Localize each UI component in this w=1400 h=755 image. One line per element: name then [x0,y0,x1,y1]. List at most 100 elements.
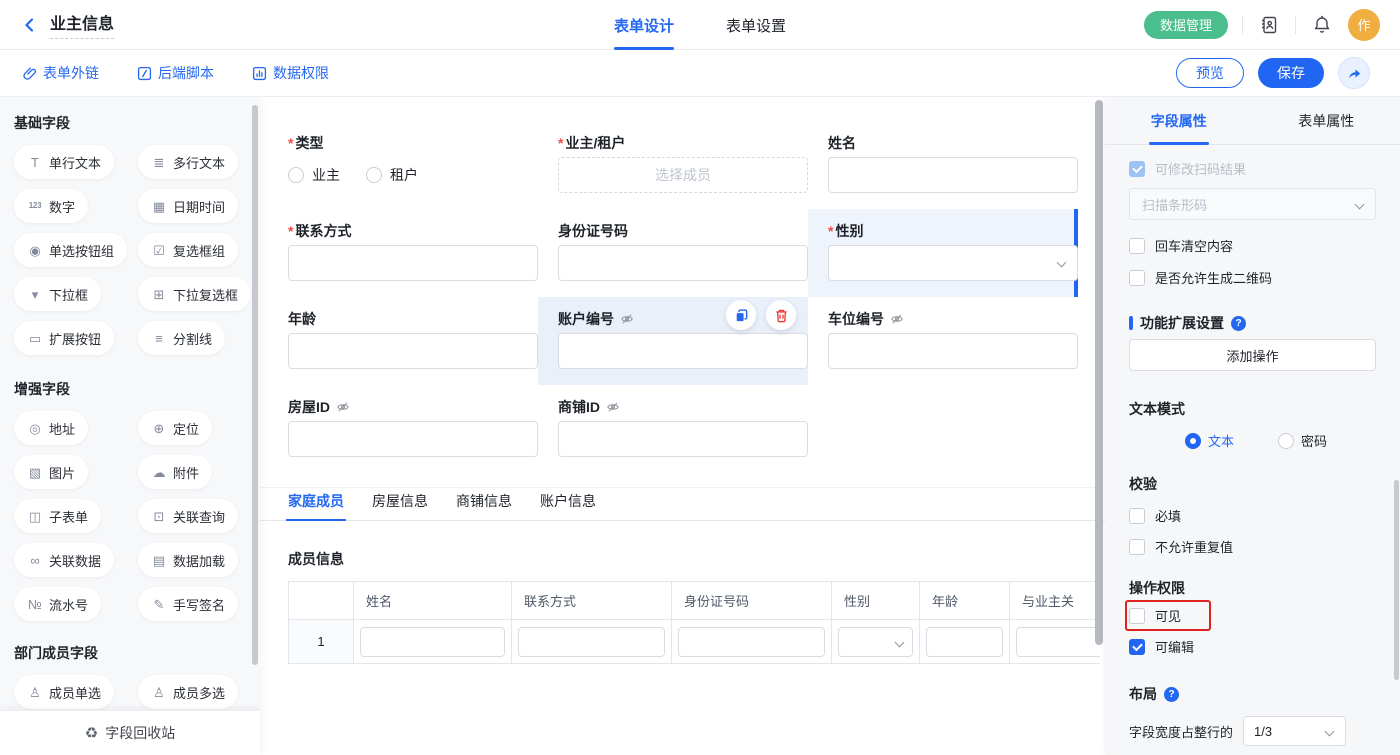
field-item-subform[interactable]: ◫子表单 [14,499,101,533]
data-permission-link[interactable]: 数据权限 [252,63,329,83]
help-icon[interactable]: ? [1231,316,1246,331]
field-item-attachment[interactable]: ☁附件 [138,455,212,489]
chevron-down-icon [1325,727,1335,737]
back-button[interactable] [20,15,40,35]
checkbox-scan-editable[interactable] [1129,161,1145,177]
field-house-id[interactable]: 房屋ID [268,385,538,473]
table-row [512,620,672,664]
field-recycle-bin[interactable]: ♻ 字段回收站 [0,710,260,755]
text-input[interactable] [288,245,538,281]
cell-input-name[interactable] [360,627,505,657]
tab-form-properties[interactable]: 表单属性 [1298,97,1354,145]
help-icon[interactable]: ? [1164,687,1179,702]
text-input[interactable] [288,421,538,457]
field-item-multi-dropdown[interactable]: ⊞下拉复选框 [138,277,251,311]
tab-family-members[interactable]: 家庭成员 [288,491,344,520]
field-age[interactable]: 年龄 [268,297,538,385]
avatar[interactable]: 作 [1348,9,1380,41]
script-icon [137,66,152,81]
field-item-member-single[interactable]: ♙成员单选 [14,675,114,709]
page-title[interactable]: 业主信息 [50,10,114,39]
field-item-relation-data[interactable]: ∞关联数据 [14,543,114,577]
checkbox-allow-qrcode[interactable] [1129,270,1145,286]
field-item-signature[interactable]: ✎手写签名 [138,587,238,621]
field-type[interactable]: *类型 业主 租户 [268,121,538,209]
cell-input-id-number[interactable] [678,627,825,657]
tab-shop-info[interactable]: 商铺信息 [456,491,512,520]
cell-select-gender[interactable] [838,627,913,657]
field-item-image[interactable]: ▧图片 [14,455,88,489]
col-header-age: 年龄 [920,582,1010,620]
field-parking-number[interactable]: 车位编号 [808,297,1078,385]
radio-text-mode-text[interactable]: 文本 [1185,431,1234,450]
tab-house-info[interactable]: 房屋信息 [372,491,428,520]
checkbox-no-duplicates[interactable] [1129,539,1145,555]
cell-input-age[interactable] [926,627,1003,657]
add-action-button[interactable]: 添加操作 [1129,339,1376,371]
field-item-datetime[interactable]: ▦日期时间 [138,189,238,223]
form-designer-app: 业主信息 表单设计 表单设置 数据管理 作 表单外链 [0,0,1400,755]
text-input[interactable] [558,421,808,457]
field-id-number[interactable]: 身份证号码 [538,209,808,297]
text-input[interactable] [558,333,808,369]
field-item-serial-number[interactable]: №流水号 [14,587,101,621]
serial-number-icon: № [27,598,43,611]
tab-form-design[interactable]: 表单设计 [614,0,674,50]
share-button[interactable] [1338,57,1370,89]
backend-script-link[interactable]: 后端脚本 [137,63,214,83]
tab-field-properties[interactable]: 字段属性 [1151,97,1207,145]
field-item-single-line-text[interactable]: T单行文本 [14,145,114,179]
scan-mode-select[interactable]: 扫描条形码 [1129,188,1376,220]
radio-owner[interactable]: 业主 [288,165,340,185]
checkbox-visible[interactable] [1129,608,1145,624]
member-picker[interactable]: 选择成员 [558,157,808,193]
copy-field-button[interactable] [726,300,756,330]
form-external-link[interactable]: 表单外链 [22,63,99,83]
field-item-multi-line-text[interactable]: ≣多行文本 [138,145,238,179]
preview-button[interactable]: 预览 [1176,58,1244,88]
field-item-number[interactable]: 123数字 [14,189,88,223]
field-item-divider-line[interactable]: ≡分割线 [138,321,225,355]
sidebar-scrollbar[interactable] [252,105,258,665]
field-width-select[interactable]: 1/3 [1243,716,1346,746]
cell-input-relation[interactable] [1016,627,1100,657]
field-owner-tenant[interactable]: *业主/租户 选择成员 [538,121,808,209]
address-book-icon[interactable] [1257,13,1281,37]
field-item-extend-button[interactable]: ▭扩展按钮 [14,321,114,355]
share-arrow-icon [1347,66,1362,81]
field-item-data-load[interactable]: ▤数据加载 [138,543,238,577]
tab-form-settings[interactable]: 表单设置 [726,0,786,50]
checkbox-editable[interactable] [1129,639,1145,655]
field-item-member-multi[interactable]: ♙成员多选 [138,675,238,709]
text-input[interactable] [828,333,1078,369]
editable-row: 可编辑 [1129,637,1376,656]
tab-account-info[interactable]: 账户信息 [540,491,596,520]
radio-text-mode-password[interactable]: 密码 [1278,431,1327,450]
field-shop-id[interactable]: 商铺ID [538,385,808,473]
radio-tenant[interactable]: 租户 [366,165,418,185]
text-input[interactable] [828,157,1078,193]
delete-field-button[interactable] [766,300,796,330]
data-manage-button[interactable]: 数据管理 [1144,11,1228,39]
text-input[interactable] [288,333,538,369]
checkbox-required[interactable] [1129,508,1145,524]
multi-dropdown-icon: ⊞ [151,288,167,301]
field-item-locate[interactable]: ⊕定位 [138,411,212,445]
checkbox-clear-on-enter[interactable] [1129,238,1145,254]
field-account-number-active[interactable]: 账户编号 [538,297,808,385]
field-contact[interactable]: *联系方式 [268,209,538,297]
cell-input-contact[interactable] [518,627,665,657]
field-item-dropdown[interactable]: ▾下拉框 [14,277,101,311]
field-item-relation-query[interactable]: ⊡关联查询 [138,499,238,533]
canvas-scrollbar[interactable] [1095,100,1103,645]
field-item-radio-group[interactable]: ◉单选按钮组 [14,233,127,267]
field-name[interactable]: 姓名 [808,121,1078,209]
save-button[interactable]: 保存 [1258,58,1324,88]
window-scrollbar[interactable] [1394,480,1399,680]
field-item-address[interactable]: ◎地址 [14,411,88,445]
notification-bell-icon[interactable] [1310,13,1334,37]
gender-select[interactable] [828,245,1078,281]
text-input[interactable] [558,245,808,281]
field-gender-selected[interactable]: *性别 [808,209,1078,297]
field-item-checkbox-group[interactable]: ☑复选框组 [138,233,238,267]
